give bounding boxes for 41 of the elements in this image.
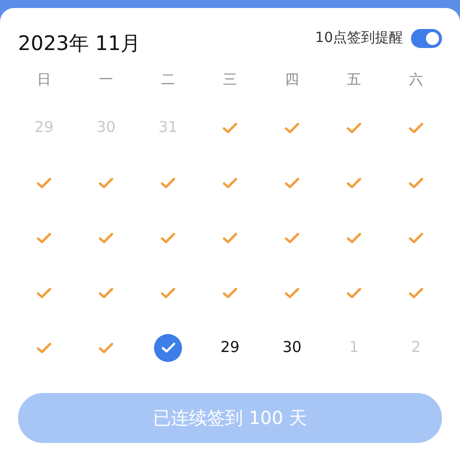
weekday-label: 三	[223, 70, 237, 90]
check-icon	[222, 232, 238, 244]
streak-button[interactable]: 已连续签到 100 天	[18, 393, 442, 443]
day-number[interactable]: 30	[282, 336, 302, 359]
check-icon	[408, 232, 424, 244]
weekday-label: 一	[99, 70, 113, 90]
weekday-label: 六	[409, 70, 423, 90]
check-icon	[284, 232, 300, 244]
today-check-icon[interactable]	[154, 334, 182, 362]
check-icon	[36, 342, 52, 354]
check-icon	[160, 176, 176, 188]
check-icon	[98, 342, 114, 354]
reminder-toggle[interactable]	[411, 29, 442, 48]
weekday-label: 五	[347, 70, 361, 90]
check-icon	[222, 176, 238, 188]
check-icon	[284, 176, 300, 188]
check-icon	[98, 232, 114, 244]
check-icon	[408, 176, 424, 188]
check-icon	[36, 176, 52, 188]
check-icon	[222, 122, 238, 134]
weekday-label: 四	[285, 70, 299, 90]
check-icon	[284, 286, 300, 298]
check-icon	[346, 176, 362, 188]
check-icon	[346, 232, 362, 244]
month-title: 2023年 11月	[18, 30, 141, 57]
check-icon	[222, 286, 238, 298]
check-icon	[408, 286, 424, 298]
check-icon	[346, 122, 362, 134]
weekday-label: 日	[37, 70, 51, 90]
check-icon	[284, 122, 300, 134]
check-icon	[36, 286, 52, 298]
check-icon	[160, 232, 176, 244]
reminder-label: 10点签到提醒	[315, 29, 403, 48]
weekday-label: 二	[161, 70, 175, 90]
check-icon	[408, 122, 424, 134]
check-icon	[98, 176, 114, 188]
check-icon	[160, 286, 176, 298]
check-icon	[346, 286, 362, 298]
check-icon	[98, 286, 114, 298]
check-icon	[36, 232, 52, 244]
day-number[interactable]: 29	[220, 336, 240, 359]
